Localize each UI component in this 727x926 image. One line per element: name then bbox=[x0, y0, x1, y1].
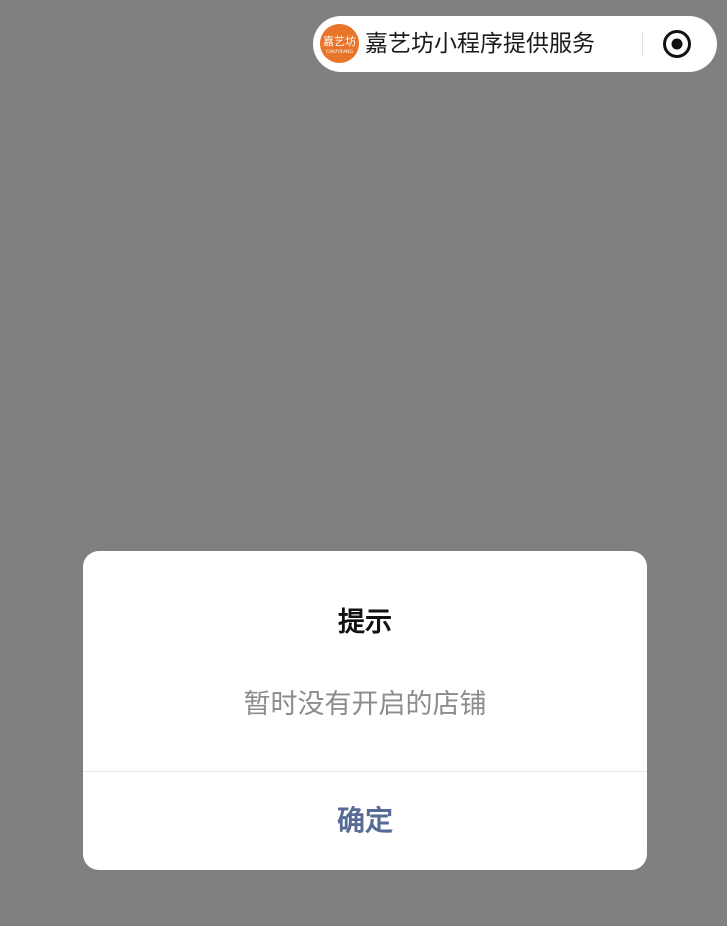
confirm-button[interactable]: 确定 bbox=[83, 772, 647, 870]
provider-text: 嘉艺坊小程序提供服务 bbox=[365, 31, 595, 57]
dialog-message: 暂时没有开启的店铺 bbox=[243, 689, 487, 720]
brand-logo: 嘉艺坊 CAIUYIFANG bbox=[320, 24, 359, 63]
dialog-title: 提示 bbox=[338, 607, 392, 638]
mini-program-capsule: 嘉艺坊 CAIUYIFANG 嘉艺坊小程序提供服务 bbox=[313, 16, 717, 72]
target-icon[interactable] bbox=[662, 29, 692, 59]
capsule-divider bbox=[642, 31, 643, 57]
brand-logo-text: 嘉艺坊 bbox=[323, 34, 356, 48]
alert-dialog: 提示 暂时没有开启的店铺 确定 bbox=[83, 551, 647, 870]
brand-logo-mark: 嘉艺坊 CAIUYIFANG bbox=[320, 24, 359, 63]
brand-logo-subtext: CAIUYIFANG bbox=[326, 49, 354, 55]
